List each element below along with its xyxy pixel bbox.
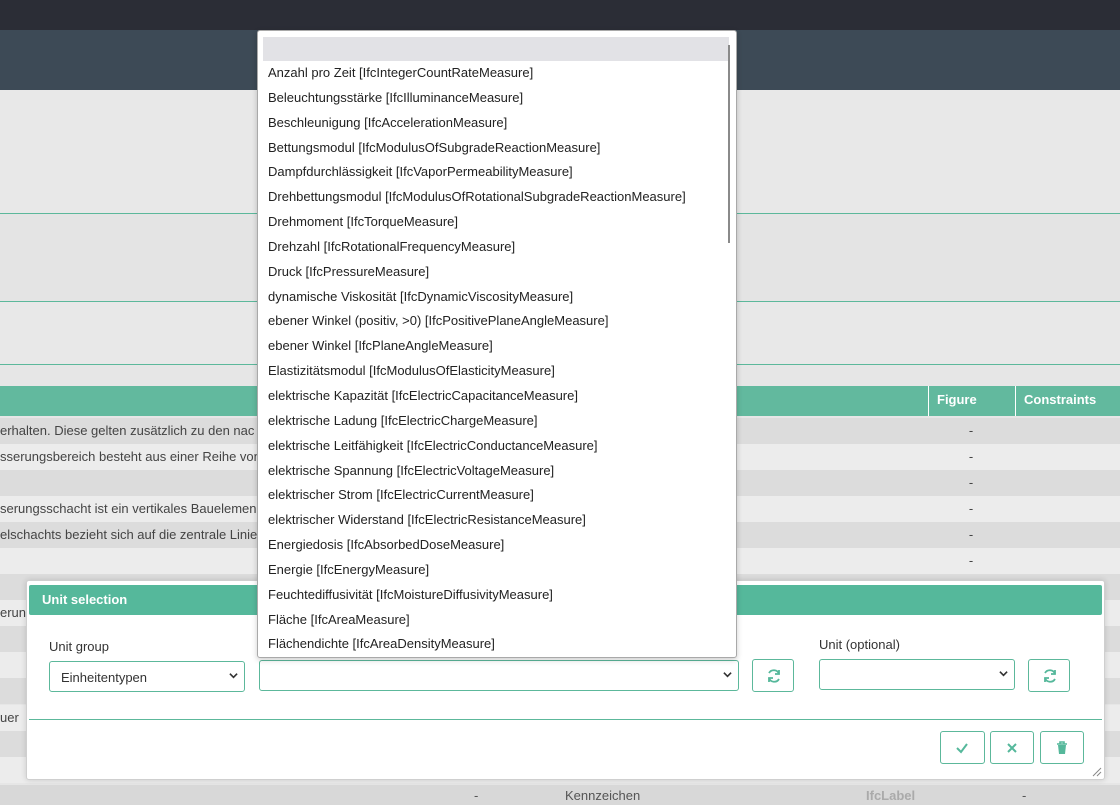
dropdown-option[interactable]: Anzahl pro Zeit [IfcIntegerCountRateMeas… [258, 61, 728, 86]
close-icon [1007, 743, 1017, 753]
dialog-divider [29, 719, 1102, 720]
dropdown-option[interactable]: elektrische Leitfähigkeit [IfcElectricCo… [258, 434, 728, 459]
chevron-down-icon [229, 673, 238, 679]
dropdown-option[interactable]: elektrischer Strom [IfcElectricCurrentMe… [258, 483, 728, 508]
dropdown-option[interactable]: Feuchtediffusivität [IfcMoistureDiffusiv… [258, 583, 728, 608]
refresh-unit-type-button[interactable] [752, 659, 794, 692]
resize-grip-icon[interactable] [1090, 765, 1102, 777]
row-description: serungsschacht ist ein vertikales Bauele… [0, 501, 257, 516]
dropdown-option[interactable]: elektrische Spannung [IfcElectricVoltage… [258, 459, 728, 484]
confirm-button[interactable] [940, 731, 985, 764]
row-figure: - [968, 553, 974, 568]
row-description: elschachts bezieht sich auf die zentrale… [0, 527, 258, 542]
top-bar [0, 0, 1120, 30]
dropdown-option[interactable]: Drehbettungsmodul [IfcModulusOfRotationa… [258, 185, 728, 210]
unit-group-select[interactable]: Einheitentypen [49, 661, 245, 692]
column-header-figure[interactable]: Figure [928, 386, 1015, 416]
delete-button[interactable] [1040, 731, 1084, 764]
unit-type-select[interactable] [259, 660, 739, 691]
trash-icon [1057, 741, 1067, 754]
dropdown-option[interactable]: Drehzahl [IfcRotationalFrequencyMeasure] [258, 235, 728, 260]
dropdown-option[interactable]: Drehmoment [IfcTorqueMeasure] [258, 210, 728, 235]
chevron-down-icon [723, 672, 732, 678]
empty-option[interactable] [263, 37, 729, 61]
refresh-icon [1044, 669, 1056, 683]
row-name: Kennzeichen [565, 788, 641, 803]
dropdown-option[interactable]: Beleuchtungsstärke [IfcIlluminanceMeasur… [258, 86, 728, 111]
dropdown-option[interactable]: ebener Winkel (positiv, >0) [IfcPositive… [258, 309, 728, 334]
unit-group-value: Einheitentypen [61, 670, 148, 685]
dropdown-option[interactable]: Beschleunigung [IfcAccelerationMeasure] [258, 111, 728, 136]
chevron-down-icon [999, 671, 1008, 677]
unit-select[interactable] [819, 659, 1015, 690]
options-list: Anzahl pro Zeit [IfcIntegerCountRateMeas… [258, 61, 728, 657]
dropdown-option[interactable]: Energie [IfcEnergyMeasure] [258, 558, 728, 583]
dropdown-option[interactable]: elektrische Kapazität [IfcElectricCapaci… [258, 384, 728, 409]
row-constraint: - [1022, 788, 1027, 803]
row-figure: - [968, 449, 974, 464]
dropdown-option[interactable]: ebener Winkel [IfcPlaneAngleMeasure] [258, 334, 728, 359]
row-figure: - [968, 527, 974, 542]
unit-group-label: Unit group [49, 639, 109, 654]
row-figure: - [968, 501, 974, 516]
check-icon [956, 743, 968, 754]
dropdown-option[interactable]: elektrischer Widerstand [IfcElectricResi… [258, 508, 728, 533]
dropdown-option[interactable]: Energiedosis [IfcAbsorbedDoseMeasure] [258, 533, 728, 558]
table-row[interactable]: - Kennzeichen IfcLabel - [0, 785, 1120, 805]
dropdown-option[interactable]: Dampfdurchlässigkeit [IfcVaporPermeabili… [258, 160, 728, 185]
column-header-constraints[interactable]: Constraints [1015, 386, 1120, 416]
scrollbar[interactable] [728, 45, 730, 243]
dropdown-option[interactable]: dynamische Viskosität [IfcDynamicViscosi… [258, 285, 728, 310]
unit-label: Unit (optional) [819, 637, 900, 652]
unit-type-dropdown[interactable]: Anzahl pro Zeit [IfcIntegerCountRateMeas… [257, 30, 737, 658]
dropdown-option[interactable]: Elastizitätsmodul [IfcModulusOfElasticit… [258, 359, 728, 384]
dropdown-option[interactable]: Flächendichte [IfcAreaDensityMeasure] [258, 632, 728, 657]
refresh-unit-button[interactable] [1028, 659, 1070, 692]
cancel-button[interactable] [990, 731, 1034, 764]
dropdown-option[interactable]: Bettungsmodul [IfcModulusOfSubgradeReact… [258, 136, 728, 161]
refresh-icon [768, 669, 780, 683]
row-description: uer [0, 710, 19, 725]
row-type: IfcLabel [866, 788, 916, 803]
dropdown-option[interactable]: elektrische Ladung [IfcElectricChargeMea… [258, 409, 728, 434]
dropdown-option[interactable]: Fläche [IfcAreaMeasure] [258, 608, 728, 633]
row-description: sserungsbereich besteht aus einer Reihe … [0, 449, 261, 464]
row-figure: - [968, 423, 974, 438]
row-dash: - [474, 788, 479, 803]
dropdown-option[interactable]: Druck [IfcPressureMeasure] [258, 260, 728, 285]
row-figure: - [968, 475, 974, 490]
row-description: erhalten. Diese gelten zusätzlich zu den… [0, 423, 255, 438]
